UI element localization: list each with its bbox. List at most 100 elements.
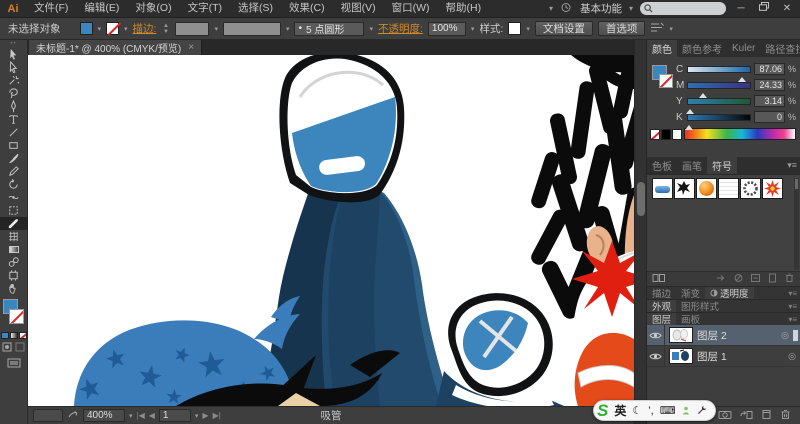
layer-row-1[interactable]: 图层 1 ◎ — [647, 346, 800, 367]
black-value-input[interactable]: 0 — [754, 111, 785, 123]
layer-thumbnail[interactable] — [669, 327, 693, 343]
tab-brushes[interactable]: 画笔 — [677, 157, 707, 174]
yellow-slider[interactable] — [686, 97, 751, 114]
paintbrush-tool[interactable] — [0, 152, 28, 165]
layer-target-icon[interactable]: ◎ — [777, 330, 793, 341]
tab-kuler[interactable]: Kuler — [727, 40, 760, 57]
screen-mode-button[interactable] — [7, 358, 21, 371]
group-menu-icon[interactable]: ▾≡ — [788, 287, 800, 299]
selection-tool[interactable] — [0, 48, 28, 61]
cyan-slider[interactable] — [687, 65, 751, 82]
workspace-switcher-icon[interactable] — [560, 2, 573, 16]
new-layer-icon[interactable] — [761, 409, 772, 423]
close-button[interactable]: ✕ — [779, 1, 795, 17]
place-symbol-icon[interactable] — [716, 273, 727, 286]
symbol-libraries-icon[interactable] — [652, 273, 666, 286]
white-swatch[interactable] — [672, 129, 682, 140]
tab-stroke[interactable]: 描边 — [647, 287, 676, 300]
align-options-icon[interactable] — [650, 22, 665, 36]
draw-normal-button[interactable] — [2, 342, 12, 355]
black-slider[interactable] — [684, 113, 751, 130]
gradient-tool[interactable] — [0, 243, 28, 256]
lasso-tool[interactable] — [0, 87, 28, 100]
document-tab[interactable]: 未标题-1* @ 400% (CMYK/预览) × — [29, 40, 203, 55]
tab-color[interactable]: 颜色 — [647, 40, 677, 57]
zoom-level-input[interactable]: 400% — [83, 409, 125, 422]
ime-toolbar[interactable]: S 英 ☾ ’, ⌨ — [593, 400, 716, 421]
magenta-value-input[interactable]: 24.33 — [754, 79, 785, 91]
arrange-documents-icon[interactable]: ▾ — [549, 4, 553, 13]
eyedropper-tool[interactable] — [0, 217, 28, 230]
next-artboard-button[interactable]: ▶ — [202, 411, 208, 420]
ime-punctuation-icon[interactable]: ’, — [648, 405, 654, 417]
color-stroke-swatch[interactable] — [659, 74, 673, 88]
artboard-tool[interactable] — [0, 269, 28, 282]
magenta-slider[interactable] — [687, 81, 751, 98]
brush-chevron-icon[interactable]: ▾ — [369, 25, 373, 33]
pen-tool[interactable] — [0, 100, 28, 113]
fill-chevron-icon[interactable]: ▾ — [98, 25, 102, 33]
ime-keyboard-icon[interactable]: ⌨ — [660, 404, 676, 417]
tab-appearance[interactable]: 外观 — [647, 300, 677, 313]
break-link-icon[interactable] — [733, 273, 744, 286]
tab-graphic-styles[interactable]: 图形样式 — [676, 300, 724, 313]
menu-select[interactable]: 选择(S) — [230, 0, 281, 17]
free-transform-tool[interactable] — [0, 204, 28, 217]
blend-tool[interactable] — [0, 256, 28, 269]
visibility-toggle[interactable] — [647, 325, 665, 345]
tab-close-icon[interactable]: × — [188, 42, 194, 53]
visibility-toggle[interactable] — [647, 346, 665, 366]
menu-window[interactable]: 窗口(W) — [384, 0, 438, 17]
symbols-panel-menu-icon[interactable]: ▾≡ — [787, 157, 800, 174]
pencil-tool[interactable] — [0, 165, 28, 178]
tab-artboards[interactable]: 画板 — [676, 313, 705, 326]
toolbar-grip[interactable]: •• — [10, 40, 16, 48]
gradient-mode-button[interactable] — [9, 332, 18, 339]
ime-fullhalf-icon[interactable]: ☾ — [632, 404, 642, 417]
restore-button[interactable] — [756, 1, 772, 17]
layer-row-2[interactable]: 图层 2 ◎ — [647, 325, 800, 346]
tab-swatches[interactable]: 色板 — [647, 157, 677, 174]
last-artboard-button[interactable]: ▶| — [213, 411, 221, 420]
menu-view[interactable]: 视图(V) — [333, 0, 384, 17]
stroke-weight-stepper[interactable]: ▲ ▼ — [161, 22, 170, 36]
help-search[interactable] — [640, 2, 726, 15]
layer-name[interactable]: 图层 2 — [697, 328, 777, 343]
symbol-wreath[interactable] — [740, 178, 761, 199]
draw-behind-button[interactable] — [15, 342, 25, 355]
type-tool[interactable] — [0, 113, 28, 126]
symbol-ink-splatter[interactable] — [674, 178, 695, 199]
menu-effect[interactable]: 效果(C) — [281, 0, 333, 17]
brush-definition-select[interactable]: • 5 点圆形 — [294, 21, 365, 36]
yellow-value-input[interactable]: 3.14 — [754, 95, 785, 107]
sogou-logo-icon[interactable]: S — [597, 402, 608, 419]
stroke-weight-input[interactable] — [175, 21, 210, 36]
menu-file[interactable]: 文件(F) — [26, 0, 76, 17]
canvas-vertical-scrollbar[interactable] — [634, 40, 646, 424]
align-chevron-icon[interactable]: ▾ — [669, 25, 673, 33]
artboard-number-input[interactable]: 1 — [158, 409, 191, 422]
color-fill-stroke-proxy[interactable] — [650, 61, 676, 117]
zoom-chevron-icon[interactable]: ▾ — [129, 412, 133, 420]
none-mode-button[interactable] — [18, 332, 27, 339]
style-swatch[interactable] — [508, 22, 522, 35]
cyan-value-input[interactable]: 87.06 — [754, 63, 785, 75]
tab-gradient[interactable]: 渐变 — [676, 287, 705, 300]
minimize-button[interactable]: ─ — [733, 1, 749, 17]
menu-edit[interactable]: 编辑(E) — [76, 0, 127, 17]
tab-transparency[interactable]: 透明度 — [705, 287, 754, 300]
stroke-color-swatch[interactable] — [106, 22, 120, 35]
menu-type[interactable]: 文字(T) — [180, 0, 230, 17]
rectangle-tool[interactable] — [0, 139, 28, 152]
fill-stroke-proxy[interactable] — [0, 298, 28, 330]
symbol-red-flower[interactable] — [762, 178, 783, 199]
rotate-tool[interactable] — [0, 178, 28, 191]
style-chevron-icon[interactable]: ▾ — [526, 25, 530, 33]
variable-width-profile-select[interactable] — [222, 21, 281, 36]
symbols-scrollbar[interactable] — [794, 178, 799, 270]
color-spectrum-bar[interactable] — [684, 128, 796, 140]
layers-menu-icon[interactable]: ▾≡ — [788, 313, 800, 325]
mesh-tool[interactable] — [0, 230, 28, 243]
none-swatch[interactable] — [650, 129, 660, 140]
artboard-chevron-icon[interactable]: ▾ — [195, 412, 199, 420]
